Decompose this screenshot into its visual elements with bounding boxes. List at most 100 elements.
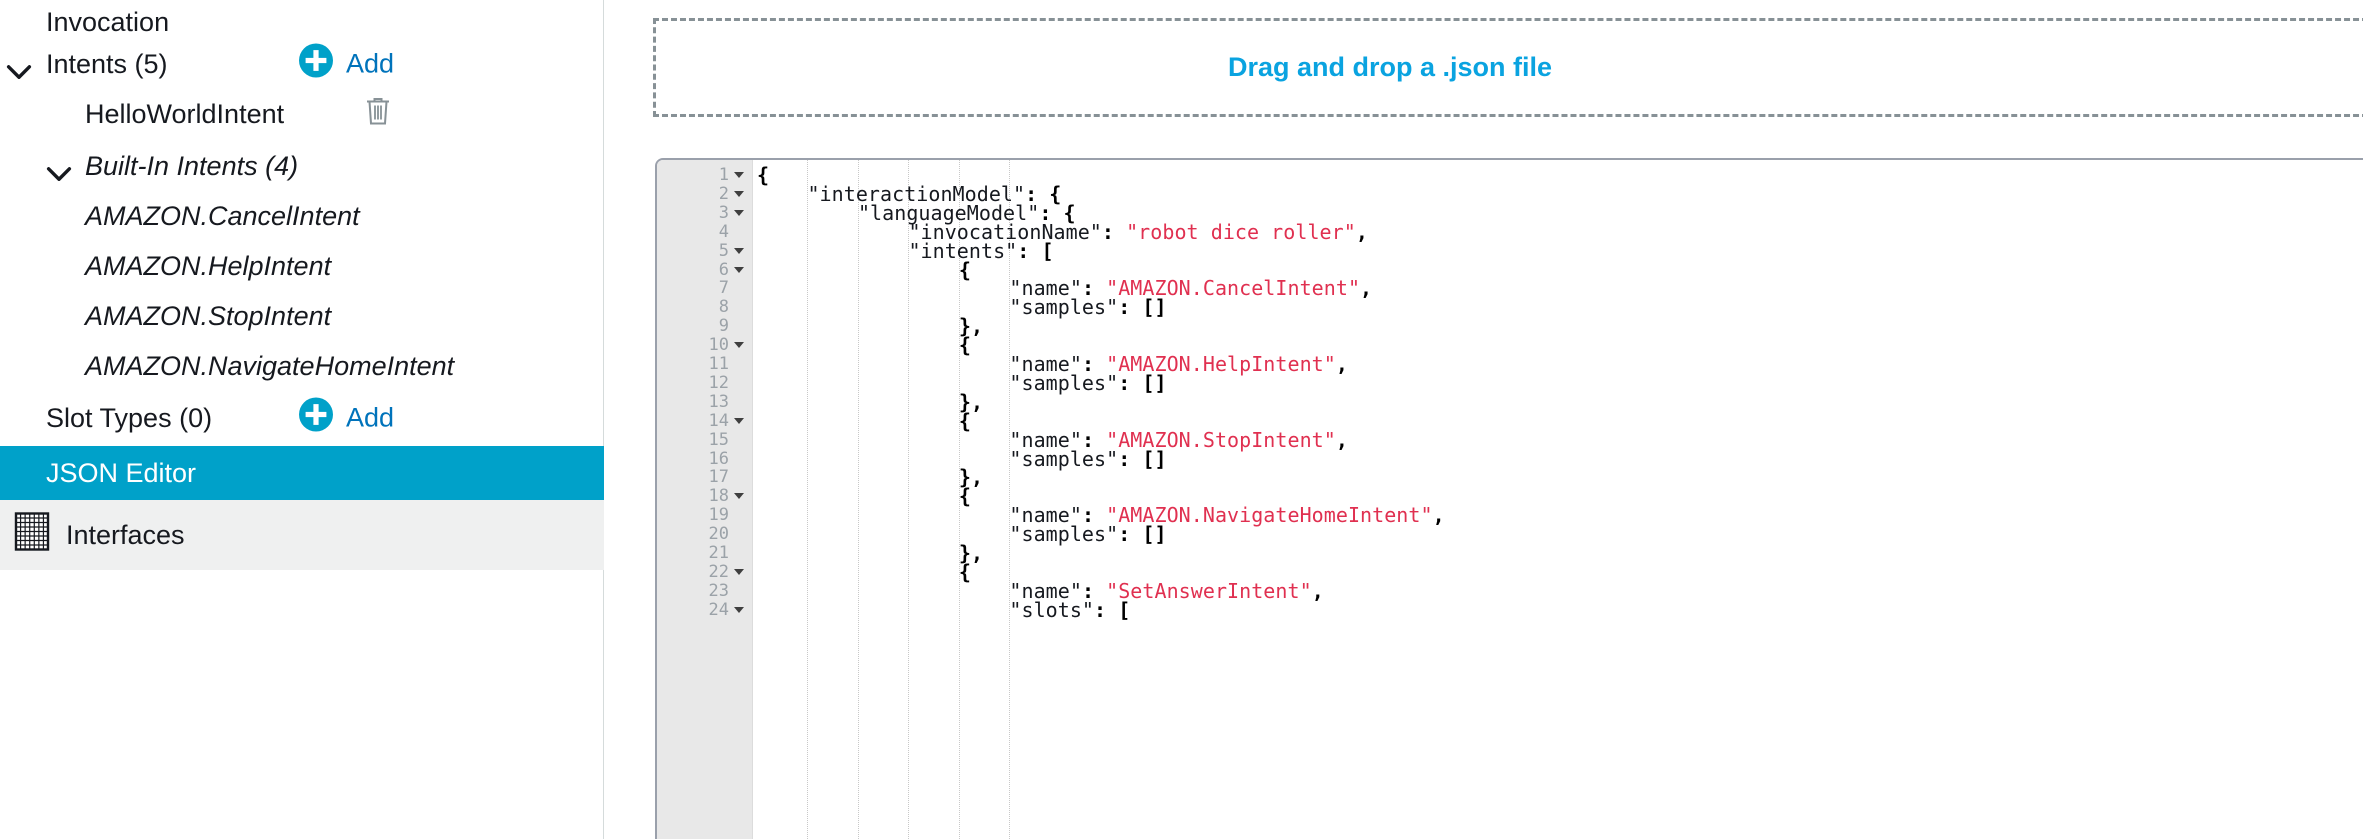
- code-line[interactable]: "invocationName": "robot dice roller",: [754, 219, 1368, 244]
- code-token-punct: ,: [971, 465, 984, 490]
- sidebar-item-label: AMAZON.NavigateHomeIntent: [85, 350, 455, 381]
- gutter-line-number[interactable]: 6: [657, 260, 753, 280]
- gutter-line-number[interactable]: 19: [657, 506, 753, 525]
- sidebar-item-slot-types-0[interactable]: Slot Types (0) Add: [0, 394, 604, 442]
- gutter-line-number[interactable]: 21: [657, 544, 753, 563]
- code-line[interactable]: {: [754, 408, 971, 433]
- gutter-line-number[interactable]: 10: [657, 336, 753, 355]
- gutter-line-number[interactable]: 4: [657, 221, 753, 242]
- fold-arrow-icon[interactable]: [732, 412, 746, 431]
- sidebar-item-label: Slot Types (0): [46, 402, 213, 433]
- line-number: 22: [708, 561, 729, 582]
- sidebar-item-interfaces[interactable]: Interfaces: [0, 500, 604, 570]
- sidebar-item-label: JSON Editor: [46, 457, 197, 488]
- gutter-line-number[interactable]: 3: [657, 203, 753, 223]
- code-line[interactable]: {: [754, 333, 971, 358]
- code-token-str: "robot dice roller": [1126, 219, 1356, 244]
- add-button[interactable]: Add: [298, 43, 394, 85]
- sidebar-item-intents-5[interactable]: Intents (5) Add: [0, 40, 604, 88]
- line-number: 24: [708, 599, 729, 620]
- gutter-line-number[interactable]: 12: [657, 373, 753, 393]
- sidebar-item-amazon-cancelintent[interactable]: AMAZON.CancelIntent: [0, 192, 604, 240]
- json-file-dropzone[interactable]: Drag and drop a .json file: [653, 18, 2363, 117]
- code-token-brace: {: [958, 408, 971, 433]
- line-number: 5: [718, 240, 729, 261]
- sidebar-item-built-in-intents-4[interactable]: Built-In Intents (4): [0, 142, 604, 190]
- code-token-brace: []: [1142, 522, 1167, 547]
- code-token-punct: ,: [1335, 352, 1348, 376]
- code-line[interactable]: {: [754, 486, 971, 506]
- line-number: 20: [708, 524, 729, 545]
- gutter-line-number[interactable]: 7: [657, 279, 753, 298]
- gutter-line-number[interactable]: 9: [657, 317, 753, 336]
- code-line[interactable]: {: [754, 165, 769, 185]
- code-token-punct: ,: [971, 541, 984, 565]
- editor-code-area[interactable]: {"interactionModel": {"languageModel": {…: [754, 160, 2363, 839]
- line-number: 7: [718, 278, 729, 299]
- gutter-line-number[interactable]: 22: [657, 561, 753, 582]
- add-button-label: Add: [345, 48, 394, 79]
- sidebar-item-helloworldintent[interactable]: HelloWorldIntent: [0, 90, 604, 138]
- line-number: 13: [708, 391, 729, 412]
- code-token-punct: ,: [1335, 427, 1348, 452]
- trash-icon[interactable]: [364, 95, 392, 134]
- code-token-key: "samples": [1009, 446, 1119, 471]
- fold-arrow-icon[interactable]: [732, 204, 746, 223]
- sidebar-item-label: HelloWorldIntent: [85, 98, 285, 129]
- sidebar-item-invocation[interactable]: Invocation: [0, 0, 604, 44]
- code-line[interactable]: },: [754, 314, 984, 339]
- gutter-line-number[interactable]: 1: [657, 166, 753, 185]
- line-number: 2: [718, 183, 729, 204]
- gutter-line-number[interactable]: 13: [657, 391, 753, 412]
- code-token-punct: :: [1118, 370, 1143, 395]
- code-line[interactable]: "intents": [: [754, 241, 1054, 261]
- fold-arrow-icon[interactable]: [732, 166, 746, 185]
- fold-arrow-icon[interactable]: [732, 336, 746, 355]
- gutter-line-number[interactable]: 20: [657, 525, 753, 544]
- fold-arrow-icon[interactable]: [732, 261, 746, 280]
- gutter-line-number[interactable]: 11: [657, 355, 753, 374]
- sidebar-item-json-editor[interactable]: JSON Editor: [0, 446, 604, 500]
- code-token-punct: ,: [1432, 503, 1445, 528]
- code-line[interactable]: },: [754, 392, 983, 412]
- gutter-line-number[interactable]: 15: [657, 430, 753, 450]
- sidebar-item-label: AMAZON.StopIntent: [85, 300, 332, 331]
- code-token-brace: {: [958, 257, 971, 282]
- plus-circle-icon: [298, 397, 333, 439]
- fold-arrow-icon[interactable]: [732, 601, 746, 620]
- gutter-line-number[interactable]: 24: [657, 599, 753, 620]
- sidebar-item-amazon-stopintent[interactable]: AMAZON.StopIntent: [0, 292, 604, 340]
- add-button[interactable]: Add: [298, 397, 394, 439]
- code-line[interactable]: },: [754, 465, 984, 490]
- json-code-editor[interactable]: 1 2 3 4 5 6 7 8 9 10 11 12 13 14 15 16 17 18 19 20 21 22 23 24 …: [655, 158, 2363, 839]
- sidebar-item-amazon-helpintent[interactable]: AMAZON.HelpIntent: [0, 242, 604, 290]
- gutter-line-number[interactable]: 8: [657, 298, 753, 317]
- dropzone-label: Drag and drop a .json file: [1227, 52, 1553, 82]
- line-number: 4: [718, 221, 729, 242]
- fold-arrow-icon[interactable]: [732, 242, 746, 261]
- code-token-brace: {: [958, 333, 971, 358]
- gutter-line-number[interactable]: 2: [657, 183, 753, 204]
- code-line[interactable]: "slots": [: [754, 597, 1130, 622]
- code-line[interactable]: },: [754, 541, 984, 565]
- fold-arrow-icon[interactable]: [732, 487, 746, 506]
- fold-arrow-icon[interactable]: [732, 185, 746, 204]
- editor-gutter[interactable]: 1 2 3 4 5 6 7 8 9 10 11 12 13 14 15 16 17 18 19 20 21 22 23 24: [657, 160, 753, 839]
- code-token-punct: :: [1118, 446, 1143, 471]
- gutter-line-number[interactable]: 5: [657, 240, 753, 261]
- sidebar-item-label: AMAZON.CancelIntent: [85, 200, 360, 231]
- gutter-line-number[interactable]: 18: [657, 487, 753, 506]
- code-token-punct: ,: [971, 314, 984, 339]
- gutter-line-number[interactable]: 23: [657, 581, 753, 601]
- line-number: 10: [708, 335, 729, 356]
- code-token-key: "samples": [1009, 370, 1119, 395]
- code-token-punct: :: [1094, 597, 1119, 622]
- gutter-line-number[interactable]: 17: [657, 468, 753, 487]
- code-line[interactable]: {: [754, 562, 971, 582]
- fold-arrow-icon[interactable]: [732, 563, 746, 582]
- gutter-line-number[interactable]: 14: [657, 411, 753, 431]
- code-line[interactable]: {: [754, 257, 971, 282]
- sidebar-item-amazon-navigatehomeintent[interactable]: AMAZON.NavigateHomeIntent: [0, 342, 604, 390]
- sidebar-item-label: Interfaces: [66, 519, 185, 550]
- gutter-line-number[interactable]: 16: [657, 449, 753, 469]
